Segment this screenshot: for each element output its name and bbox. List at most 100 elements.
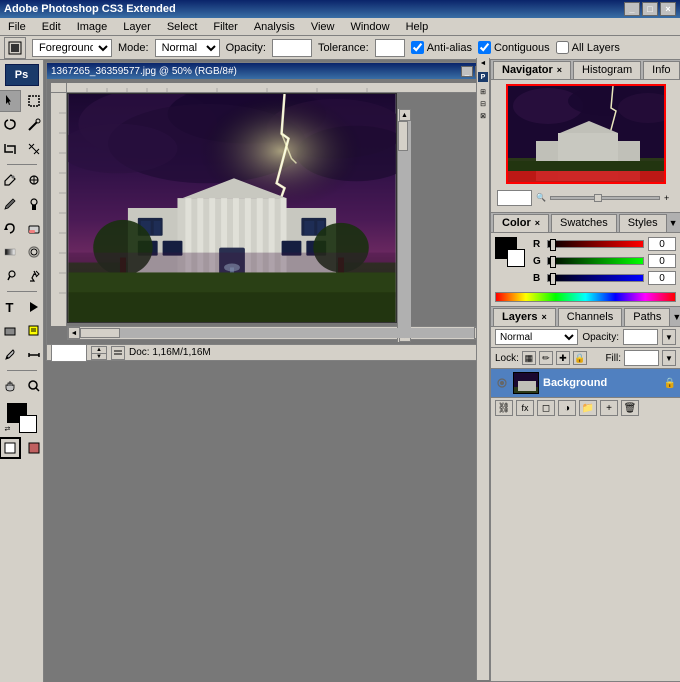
anti-alias-checkbox[interactable] [411, 41, 424, 54]
color-background[interactable] [507, 249, 525, 267]
styles-tab[interactable]: Styles [619, 214, 667, 232]
zoom-stepper[interactable]: ▲ ▼ [91, 346, 107, 360]
zoom-input[interactable]: 50% [51, 344, 87, 362]
color-panel-menu[interactable]: ▼ [669, 218, 678, 228]
notes-tool-button[interactable] [23, 320, 45, 342]
horizontal-scrollbar[interactable]: ◄ ► [67, 326, 487, 340]
magic-wand-button[interactable] [23, 114, 45, 136]
zoom-out-icon[interactable]: 🔍 [536, 193, 546, 203]
menu-select[interactable]: Select [163, 20, 202, 34]
scroll-thumb[interactable] [398, 121, 408, 151]
info-tab[interactable]: Info [643, 61, 679, 79]
navigator-tab[interactable]: Navigator × [493, 61, 571, 79]
layers-tab[interactable]: Layers × [493, 308, 556, 326]
type-tool-button[interactable]: T [0, 296, 21, 318]
green-slider-thumb[interactable] [550, 256, 556, 268]
all-layers-checkbox[interactable] [556, 41, 569, 54]
panel-color-mini[interactable]: ⊟ [478, 100, 488, 110]
fill-arrow[interactable]: ▼ [662, 350, 676, 366]
swap-colors-icon[interactable]: ⇄ [5, 425, 11, 433]
red-value-input[interactable]: 0 [648, 237, 676, 251]
vertical-scrollbar[interactable]: ▲ ▼ [397, 109, 411, 342]
menu-layer[interactable]: Layer [119, 20, 155, 34]
layers-close[interactable]: × [541, 312, 546, 322]
red-slider-track[interactable] [547, 240, 644, 248]
zoom-down[interactable]: ▼ [92, 354, 106, 360]
doc-minimize[interactable]: _ [461, 66, 473, 77]
eyedropper-button[interactable] [0, 169, 21, 191]
green-slider-track[interactable] [547, 257, 644, 265]
color-close[interactable]: × [535, 218, 540, 228]
zoom-tool-button[interactable] [23, 375, 45, 397]
opacity-arrow[interactable]: ▼ [662, 329, 676, 345]
tool-preset-icon[interactable] [4, 37, 26, 59]
swatches-tab[interactable]: Swatches [551, 214, 617, 232]
minimize-button[interactable]: _ [624, 2, 640, 16]
green-value-input[interactable]: 0 [648, 254, 676, 268]
lock-checkerboard[interactable]: ▦ [522, 351, 536, 365]
mode-select[interactable]: Normal [155, 39, 220, 57]
scroll-up-button[interactable]: ▲ [399, 109, 411, 121]
menu-analysis[interactable]: Analysis [250, 20, 299, 34]
menu-window[interactable]: Window [346, 20, 393, 34]
brush-tool-button[interactable] [0, 193, 21, 215]
dodge-tool-button[interactable] [0, 265, 21, 287]
quick-mask-button[interactable] [23, 437, 45, 459]
opacity-input[interactable]: 100% [272, 39, 312, 57]
layer-visibility-icon[interactable] [495, 376, 509, 390]
nav-zoom-slider[interactable] [550, 196, 660, 200]
panel-expand-btn[interactable]: ◄ [478, 60, 488, 70]
measure-tool-button[interactable] [23, 344, 45, 366]
layer-background-row[interactable]: Background 🔒 [491, 369, 680, 397]
lock-all[interactable]: 🔒 [573, 351, 587, 365]
layer-delete-button[interactable]: 🗑 [621, 400, 639, 416]
layer-new-button[interactable]: + [600, 400, 618, 416]
healing-brush-button[interactable] [23, 169, 45, 191]
maximize-button[interactable]: □ [642, 2, 658, 16]
color-spectrum[interactable] [495, 292, 676, 302]
menu-edit[interactable]: Edit [38, 20, 65, 34]
eyedropper-tool-button[interactable] [0, 344, 21, 366]
status-menu-button[interactable] [111, 346, 125, 360]
eraser-button[interactable] [23, 217, 45, 239]
hand-tool-button[interactable] [0, 375, 21, 397]
histogram-tab[interactable]: Histogram [573, 61, 641, 79]
pen-tool-button[interactable] [23, 265, 45, 287]
nav-zoom-input[interactable]: 50% [497, 190, 532, 206]
blend-mode-select[interactable]: Normal [495, 329, 578, 345]
move-tool-button[interactable] [0, 90, 21, 112]
layers-panel-menu[interactable]: ▼ [672, 312, 680, 322]
layer-adjustment-button[interactable]: ◑ [558, 400, 576, 416]
tool-preset-select[interactable]: Foreground [32, 39, 112, 57]
close-button[interactable]: × [660, 2, 676, 16]
menu-file[interactable]: File [4, 20, 30, 34]
path-selection-button[interactable] [23, 296, 45, 318]
channels-tab[interactable]: Channels [558, 308, 622, 326]
opacity-value-input[interactable]: 100% [623, 329, 658, 345]
navigator-close[interactable]: × [557, 65, 562, 75]
crop-tool-button[interactable] [0, 138, 21, 160]
blue-slider-thumb[interactable] [550, 273, 556, 285]
marquee-tool-button[interactable] [23, 90, 45, 112]
blue-slider-track[interactable] [547, 274, 644, 282]
fill-value-input[interactable]: 100% [624, 350, 659, 366]
scroll-left-button[interactable]: ◄ [68, 327, 80, 339]
background-color-box[interactable] [19, 415, 37, 433]
lock-brush[interactable]: ✏ [539, 351, 553, 365]
standard-mode-button[interactable] [0, 437, 21, 459]
tolerance-input[interactable]: 32 [375, 39, 405, 57]
layer-link-button[interactable]: ⛓ [495, 400, 513, 416]
lock-move[interactable]: ✚ [556, 351, 570, 365]
shape-tool-button[interactable] [0, 320, 21, 342]
red-slider-thumb[interactable] [550, 239, 556, 251]
blur-tool-button[interactable] [23, 241, 45, 263]
contiguous-checkbox[interactable] [478, 41, 491, 54]
history-brush-button[interactable] [0, 217, 21, 239]
menu-view[interactable]: View [307, 20, 339, 34]
layer-mask-button[interactable]: ◻ [537, 400, 555, 416]
gradient-tool-button[interactable] [0, 241, 21, 263]
h-scroll-thumb[interactable] [80, 328, 120, 338]
menu-image[interactable]: Image [73, 20, 112, 34]
menu-filter[interactable]: Filter [209, 20, 241, 34]
slice-tool-button[interactable] [23, 138, 45, 160]
